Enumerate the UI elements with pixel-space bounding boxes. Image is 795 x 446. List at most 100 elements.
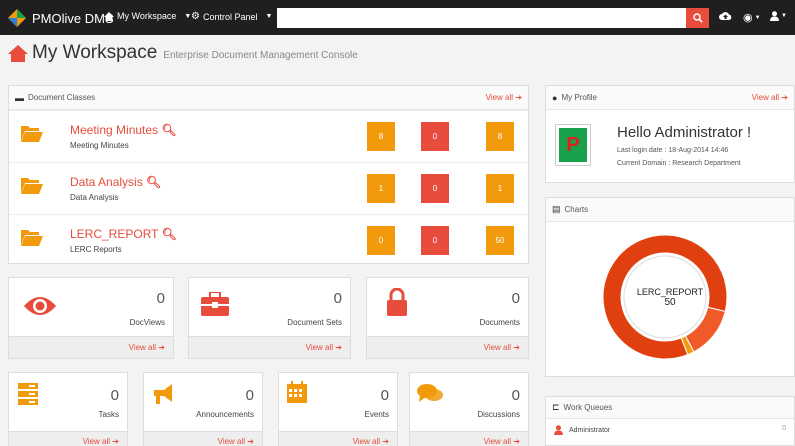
view-all-link[interactable]: View all ➔ — [486, 93, 522, 102]
stat-card-document-sets: 0 Document Sets View all ➔ — [188, 277, 351, 359]
view-all-link[interactable]: View all ➔ — [353, 437, 389, 446]
queue-label: Administrator — [569, 426, 611, 434]
search-icon — [692, 13, 703, 23]
panel-title: Document Classes — [28, 93, 96, 102]
avatar[interactable]: P — [555, 124, 591, 166]
panel-header: ⊏ Work Queues — [546, 397, 794, 419]
search-button[interactable] — [686, 8, 709, 28]
upload-button[interactable] — [719, 11, 732, 21]
nav-my-workspace[interactable]: My Workspace ▼ — [104, 11, 191, 21]
stat-value: 0 — [156, 290, 165, 307]
user-icon — [770, 11, 779, 21]
cogs-icon: ⚙ — [191, 11, 200, 22]
page-title: My Workspace Enterprise Document Managem… — [8, 42, 358, 64]
chevron-down-icon: ▼ — [265, 13, 273, 20]
document-class-desc: Data Analysis — [70, 193, 119, 202]
count-badge[interactable]: 1 — [367, 174, 395, 203]
view-all-link[interactable]: View all ➔ — [306, 343, 342, 352]
last-login: Last login date : 18-Aug-2014 14:46 — [617, 147, 729, 154]
search-icon[interactable]: 🔍︎ — [161, 123, 176, 137]
bullhorn-icon — [154, 384, 172, 404]
stat-card-documents: 0 Documents View all ➔ — [366, 277, 529, 359]
page-subtitle: Enterprise Document Management Console — [163, 50, 358, 61]
panel-header: ▤ Charts — [546, 198, 794, 222]
view-all-link[interactable]: View all ➔ — [752, 93, 788, 102]
top-navbar: PMOlive DMS My Workspace ▼ ⚙ Control Pan… — [0, 0, 795, 35]
list-item[interactable]: Administrator — [554, 425, 610, 435]
bar-chart-icon: ▤ — [552, 204, 561, 214]
nav-control-panel[interactable]: ⚙ Control Panel ▼ — [191, 11, 272, 22]
briefcase-icon — [201, 292, 229, 316]
profile-greeting: Hello Administrator ! — [617, 124, 752, 141]
nav-control-panel-label: Control Panel — [202, 11, 258, 22]
view-all-link[interactable]: View all ➔ — [83, 437, 119, 446]
page-title-text: My Workspace — [32, 42, 158, 63]
stat-card-docviews: 0 DocViews View all ➔ — [8, 277, 174, 359]
panel-title: My Profile — [561, 93, 597, 102]
sitemap-icon: ⊏ — [552, 402, 560, 412]
stat-card-announcements: 0 Announcements View all ➔ — [143, 372, 263, 446]
search-input[interactable] — [277, 8, 686, 28]
stat-value: 0 — [380, 387, 389, 404]
stat-card-discussions: 0 Discussions View all ➔ — [409, 372, 529, 446]
count-badge[interactable]: 0 — [367, 226, 395, 255]
donut-center-value: 50 — [664, 297, 676, 308]
stat-label: Events — [364, 410, 389, 419]
document-class-link[interactable]: LERC_REPORT 🔍︎ — [70, 227, 177, 241]
count-badge[interactable]: 0 — [421, 122, 449, 151]
document-class-link[interactable]: Meeting Minutes 🔍︎ — [70, 123, 177, 137]
brand-name: PMOlive DMS — [32, 10, 114, 26]
stat-value: 0 — [511, 290, 520, 307]
panel-header: ● My Profile View all ➔ — [546, 86, 794, 110]
stat-footer: View all ➔ — [367, 336, 528, 358]
stat-footer: View all ➔ — [189, 336, 350, 358]
count-badge[interactable]: 0 — [421, 226, 449, 255]
search-icon[interactable]: 🔍︎ — [146, 175, 161, 189]
document-class-link[interactable]: Data Analysis 🔍︎ — [70, 175, 161, 189]
chevron-down-icon: ▼ — [781, 13, 787, 19]
stat-footer: View all ➔ — [279, 431, 397, 446]
panel-title: Charts — [564, 205, 589, 214]
count-badge[interactable]: 8 — [486, 122, 514, 151]
work-queues-panel: ⊏ Work Queues Administrator 0 — [545, 396, 795, 446]
eye-icon — [24, 297, 56, 315]
list-item: Data Analysis 🔍︎ Data Analysis 1 0 1 — [9, 162, 528, 214]
document-classes-panel: ▬ Document Classes View all ➔ Meeting Mi… — [8, 85, 529, 264]
brand[interactable]: PMOlive DMS — [8, 9, 114, 27]
home-icon — [8, 44, 28, 62]
panel-title: Work Queues — [563, 403, 613, 412]
calendar-icon — [287, 381, 307, 403]
chevron-down-icon: ▼ — [754, 14, 761, 21]
view-all-link[interactable]: View all ➔ — [484, 437, 520, 446]
view-all-link[interactable]: View all ➔ — [218, 437, 254, 446]
lock-icon — [387, 288, 407, 316]
stat-card-tasks: 0 Tasks View all ➔ — [8, 372, 128, 446]
user-icon: ● — [552, 92, 558, 103]
arrow-right-icon: ➔ — [515, 93, 522, 102]
current-domain: Current Domain : Research Department — [617, 160, 741, 167]
stat-value: 0 — [245, 387, 254, 404]
panel-header: ▬ Document Classes View all ➔ — [9, 86, 528, 110]
stat-label: Announcements — [196, 410, 254, 419]
count-badge[interactable]: 0 — [421, 174, 449, 203]
folder-open-icon: ▬ — [15, 92, 24, 103]
count-badge[interactable]: 1 — [486, 174, 514, 203]
stat-value: 0 — [333, 290, 342, 307]
view-all-link[interactable]: View all ➔ — [484, 343, 520, 352]
count-badge[interactable]: 8 — [367, 122, 395, 151]
user-menu[interactable]: ▼ — [770, 11, 787, 21]
cloud-upload-icon — [719, 12, 732, 20]
help-menu[interactable]: ◉ ▼ — [743, 11, 761, 24]
document-class-desc: LERC Reports — [70, 245, 122, 254]
stat-value: 0 — [110, 387, 119, 404]
stat-footer: View all ➔ — [410, 431, 528, 446]
donut-center-label: LERC_REPORT 50 — [630, 287, 710, 308]
avatar-letter: P — [559, 128, 587, 162]
view-all-link[interactable]: View all ➔ — [129, 343, 165, 352]
search-icon[interactable]: 🔍︎ — [162, 227, 177, 241]
document-class-desc: Meeting Minutes — [70, 141, 129, 150]
count-badge[interactable]: 50 — [486, 226, 514, 255]
stat-footer: View all ➔ — [9, 336, 173, 358]
stat-label: Document Sets — [287, 318, 342, 327]
home-icon — [104, 11, 114, 21]
